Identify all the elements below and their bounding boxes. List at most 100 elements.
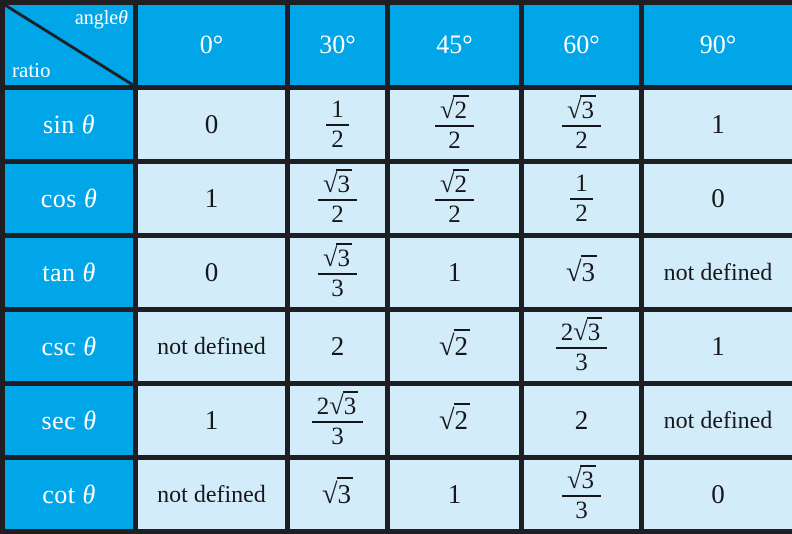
fraction-numerator: √3 [562,464,601,497]
theta-symbol: θ [82,479,96,509]
ratio-name: cot [42,479,76,509]
table-header-row: angleθ ratio 0° 30° 45° 60° 90° [0,0,792,90]
cell-cos-0deg: 1 [133,159,290,238]
fraction-denominator: 3 [331,422,344,450]
cell-tan-30deg: √3 3 [285,233,390,312]
corner-angle-theta: θ [118,7,128,30]
cell-cot-30deg: √3 [285,455,390,534]
cell-tan-60deg: √3 [519,233,644,312]
numeric-value: 2 [330,331,345,361]
fraction-denominator: 2 [331,125,344,153]
fraction-value: √2 2 [435,168,474,228]
radicand: 3 [580,94,596,124]
radicand: 2 [453,168,469,198]
column-header-0deg: 0° [133,0,290,90]
cell-tan-0deg: 0 [133,233,290,312]
cell-tan-45deg: 1 [385,233,524,312]
radicand: 3 [342,390,359,420]
radical-expression: √3 [567,464,596,494]
cell-sec-0deg: 1 [133,381,290,460]
corner-ratio-label: ratio [12,58,51,82]
radicand: 3 [586,316,603,346]
cell-cos-30deg: √3 2 [285,159,390,238]
column-header-45deg: 45° [385,0,524,90]
fraction-denominator: 2 [448,200,461,228]
radicand: 3 [336,168,352,198]
fraction-value: √3 3 [562,464,601,524]
radical-value: √3 [322,476,354,511]
radical-expression: √3 [323,242,352,272]
row-label-cot: cot θ [0,455,138,534]
radicand: 2 [453,94,469,124]
cell-cos-45deg: √2 2 [385,159,524,238]
radical-expression: √3 [567,94,596,124]
fraction-value: 12 [570,170,593,227]
cell-sin-30deg: 12 [285,85,390,164]
numeric-value: 1 [447,479,462,509]
theta-symbol: θ [81,109,96,139]
row-label-csc: csc θ [0,307,138,386]
cell-tan-90deg: not defined [639,233,792,312]
numeric-value: 0 [204,109,219,139]
table-row: sin θ 0 1 2 √2 2 √3 2 1 [0,85,792,164]
radical-expression: √3 [323,168,352,198]
radical-expression: √3 [322,476,354,511]
radical-sign-icon: √ [573,316,588,346]
cell-sin-90deg: 1 [639,85,792,164]
ratio-name: cos [40,183,77,213]
trig-function-values-table: angleθ ratio 0° 30° 45° 60° 90° sin θ012… [0,0,792,534]
corner-angle-label: angleθ [75,7,128,31]
radical-sign-icon: √ [438,404,455,436]
cell-cot-0deg: not defined [133,455,290,534]
undefined-value: not defined [663,407,773,434]
column-header-30deg: 30° [285,0,390,90]
fraction-numerator: √2 [435,168,474,201]
numeric-value: 1 [447,257,462,287]
radical-expression: √2 [439,328,471,363]
table-row: cot θ not defined √3 1 √3 3 0 [0,455,792,534]
theta-symbol: θ [82,257,96,287]
row-label-sin: sin θ [0,85,138,164]
fraction-numerator: 2√3 [555,316,608,349]
undefined-value: not defined [157,481,266,508]
cell-sec-45deg: √2 [385,381,524,460]
radical-value: √2 [438,402,471,437]
table-row: tan θ 0 √3 3 1 √3 not defined [0,233,792,312]
theta-symbol: θ [83,331,97,361]
theta-symbol: θ [83,405,97,435]
cell-cot-45deg: 1 [385,455,524,534]
ratio-name: sec [41,405,77,435]
radical-expression: 2√3 [316,390,359,420]
fraction-value: √3 3 [318,242,357,302]
fraction-denominator: 2 [448,126,461,154]
cell-sin-45deg: √2 2 [385,85,524,164]
table-row: csc θ not defined 2 √2 2√3 3 1 [0,307,792,386]
numeric-value: 1 [711,331,725,361]
column-header-90deg: 90° [639,0,792,90]
radical-expression: √2 [440,94,469,124]
undefined-value: not defined [157,333,266,360]
cell-csc-0deg: not defined [133,307,290,386]
numeric-value: 1 [204,405,219,435]
numeric-value: 0 [711,479,725,509]
fraction-denominator: 3 [575,496,588,524]
cell-csc-90deg: 1 [639,307,792,386]
ratio-name: sin [42,109,75,139]
radical-expression: √3 [566,254,598,289]
fraction-denominator: 2 [575,126,588,154]
numeric-value: 0 [204,257,219,287]
column-header-60deg: 60° [519,0,644,90]
theta-symbol: θ [83,183,98,213]
fraction-numerator: 2√3 [311,390,364,423]
cell-cos-90deg: 0 [639,159,792,238]
table-row: sec θ 1 2√3 3 √2 2 not defined [0,381,792,460]
ratio-name: tan [42,257,76,287]
cell-csc-30deg: 2 [285,307,390,386]
radicand: 3 [580,464,596,494]
cell-sec-90deg: not defined [639,381,792,460]
cell-sin-60deg: √3 2 [519,85,644,164]
radical-expression: √2 [438,402,471,437]
corner-header-cell: angleθ ratio [0,0,138,90]
numeric-value: 2 [574,405,589,435]
ratio-name: csc [41,331,77,361]
